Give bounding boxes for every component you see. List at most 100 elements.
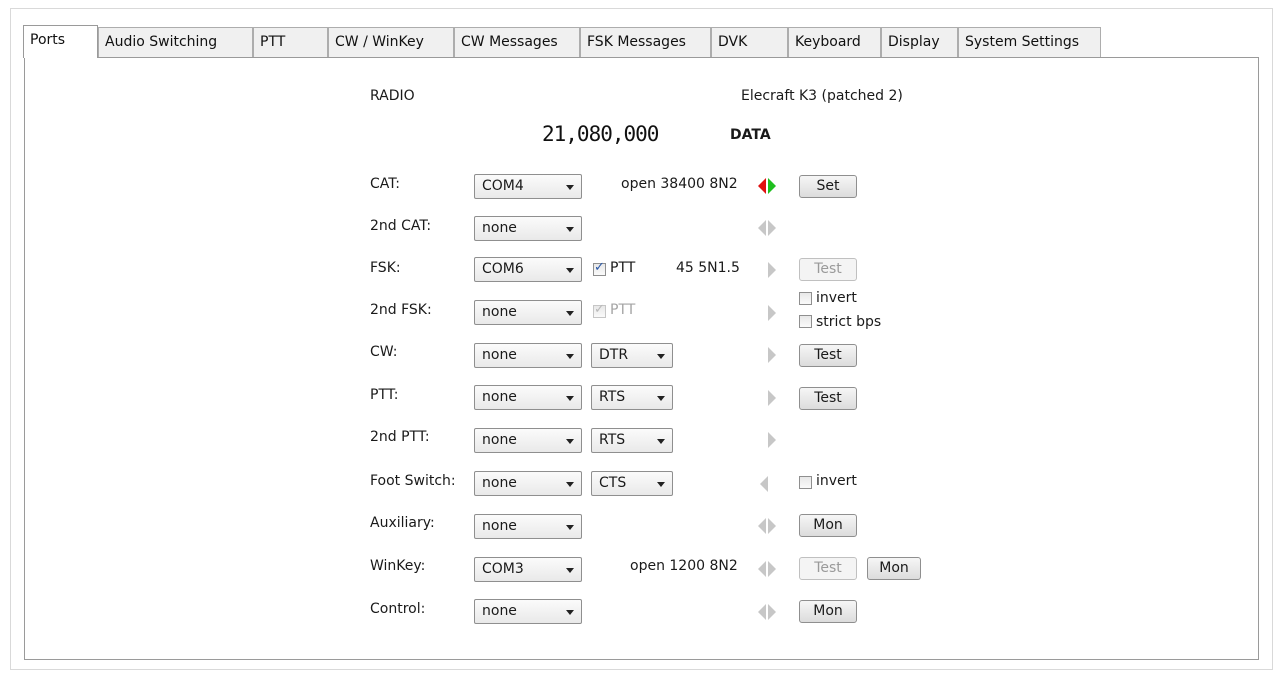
fsk-ptt-label: PTT (610, 260, 636, 276)
cat-port-value: COM4 (482, 178, 524, 194)
auxiliary-label: Auxiliary: (370, 515, 435, 531)
control-label: Control: (370, 601, 426, 617)
winkey-mon-button[interactable]: Mon (867, 557, 921, 580)
winkey-status: open 1200 8N2 (630, 558, 738, 574)
ptt2-label: 2nd PTT: (370, 429, 430, 445)
chevron-down-icon (566, 610, 574, 615)
fsk-status: 45 5N1.5 (676, 260, 740, 276)
tab-cw-winkey[interactable]: CW / WinKey (328, 27, 454, 57)
auxiliary-port-value: none (482, 518, 517, 534)
cat-set-button[interactable]: Set (799, 175, 857, 198)
tab-fsk-messages[interactable]: FSK Messages (580, 27, 711, 57)
radio-model: Elecraft K3 (patched 2) (741, 88, 903, 104)
rx-arrow-icon (758, 220, 766, 236)
rx-arrow-icon (758, 178, 766, 194)
cw-line-value: DTR (599, 347, 629, 363)
chevron-down-icon (657, 354, 665, 359)
foot-switch-invert-checkbox[interactable] (799, 476, 812, 489)
control-mon-button[interactable]: Mon (799, 600, 857, 623)
cw-port-select[interactable]: none (474, 343, 582, 368)
chevron-down-icon (566, 439, 574, 444)
tx-arrow-icon (768, 561, 776, 577)
tx-arrow-icon (768, 178, 776, 194)
frequency-display: 21,080,000 (542, 122, 659, 146)
rx-arrow-icon (760, 476, 768, 492)
ptt2-port-value: none (482, 432, 517, 448)
tx-arrow-icon (768, 262, 776, 278)
fsk-invert-checkbox[interactable] (799, 292, 812, 305)
cat-status: open 38400 8N2 (621, 176, 738, 192)
fsk2-ptt-label: PTT (610, 302, 636, 318)
tx-arrow-icon (768, 390, 776, 406)
ports-panel: RADIO Elecraft K3 (patched 2) 21,080,000… (24, 57, 1259, 660)
fsk-test-button[interactable]: Test (799, 258, 857, 281)
ptt-activity-icon (768, 388, 788, 408)
cat2-label: 2nd CAT: (370, 218, 432, 234)
winkey-port-value: COM3 (482, 561, 524, 577)
chevron-down-icon (566, 227, 574, 232)
cw-label: CW: (370, 344, 398, 360)
control-activity-icon (758, 602, 778, 622)
fsk-strict-bps-checkbox[interactable] (799, 315, 812, 328)
chevron-down-icon (566, 482, 574, 487)
cw-line-select[interactable]: DTR (591, 343, 673, 368)
chevron-down-icon (566, 568, 574, 573)
fsk-label: FSK: (370, 260, 401, 276)
rx-arrow-icon (758, 604, 766, 620)
auxiliary-mon-button[interactable]: Mon (799, 514, 857, 537)
ptt-line-select[interactable]: RTS (591, 385, 673, 410)
ptt2-port-select[interactable]: none (474, 428, 582, 453)
foot-switch-activity-icon (760, 474, 780, 494)
tab-dvk[interactable]: DVK (711, 27, 788, 57)
winkey-test-button[interactable]: Test (799, 557, 857, 580)
ptt-label: PTT: (370, 387, 399, 403)
fsk-invert-label: invert (816, 290, 857, 306)
tab-display[interactable]: Display (881, 27, 958, 57)
winkey-activity-icon (758, 559, 778, 579)
chevron-down-icon (566, 354, 574, 359)
winkey-port-select[interactable]: COM3 (474, 557, 582, 582)
fsk2-port-select[interactable]: none (474, 300, 582, 325)
ptt-line-value: RTS (599, 389, 626, 405)
auxiliary-port-select[interactable]: none (474, 514, 582, 539)
fsk-activity-icon (768, 260, 788, 280)
cw-activity-icon (768, 345, 788, 365)
foot-switch-port-select[interactable]: none (474, 471, 582, 496)
chevron-down-icon (657, 439, 665, 444)
chevron-down-icon (566, 268, 574, 273)
cat-port-select[interactable]: COM4 (474, 174, 582, 199)
fsk2-port-value: none (482, 304, 517, 320)
fsk-ptt-checkbox[interactable] (593, 260, 606, 276)
rx-arrow-icon (758, 518, 766, 534)
auxiliary-activity-icon (758, 516, 778, 536)
foot-switch-line-value: CTS (599, 475, 627, 491)
tab-ports[interactable]: Ports (23, 25, 98, 58)
tab-system-settings[interactable]: System Settings (958, 27, 1101, 57)
tx-arrow-icon (768, 432, 776, 448)
tab-audio-switching[interactable]: Audio Switching (98, 27, 253, 57)
fsk-port-select[interactable]: COM6 (474, 257, 582, 282)
control-port-select[interactable]: none (474, 599, 582, 624)
ptt-port-select[interactable]: none (474, 385, 582, 410)
tab-keyboard[interactable]: Keyboard (788, 27, 881, 57)
chevron-down-icon (566, 525, 574, 530)
cat2-port-select[interactable]: none (474, 216, 582, 241)
fsk2-label: 2nd FSK: (370, 302, 432, 318)
tab-cw-messages[interactable]: CW Messages (454, 27, 580, 57)
chevron-down-icon (657, 482, 665, 487)
foot-switch-label: Foot Switch: (370, 473, 456, 489)
ptt-test-button[interactable]: Test (799, 387, 857, 410)
tab-ptt[interactable]: PTT (253, 27, 328, 57)
tx-arrow-icon (768, 305, 776, 321)
cat2-activity-icon (758, 218, 778, 238)
cw-test-button[interactable]: Test (799, 344, 857, 367)
ptt2-line-select[interactable]: RTS (591, 428, 673, 453)
fsk2-ptt-checkbox[interactable] (593, 302, 606, 318)
chevron-down-icon (657, 396, 665, 401)
foot-switch-invert-label: invert (816, 473, 857, 489)
mode-display: DATA (730, 127, 771, 143)
foot-switch-line-select[interactable]: CTS (591, 471, 673, 496)
control-port-value: none (482, 603, 517, 619)
chevron-down-icon (566, 185, 574, 190)
cat2-port-value: none (482, 220, 517, 236)
